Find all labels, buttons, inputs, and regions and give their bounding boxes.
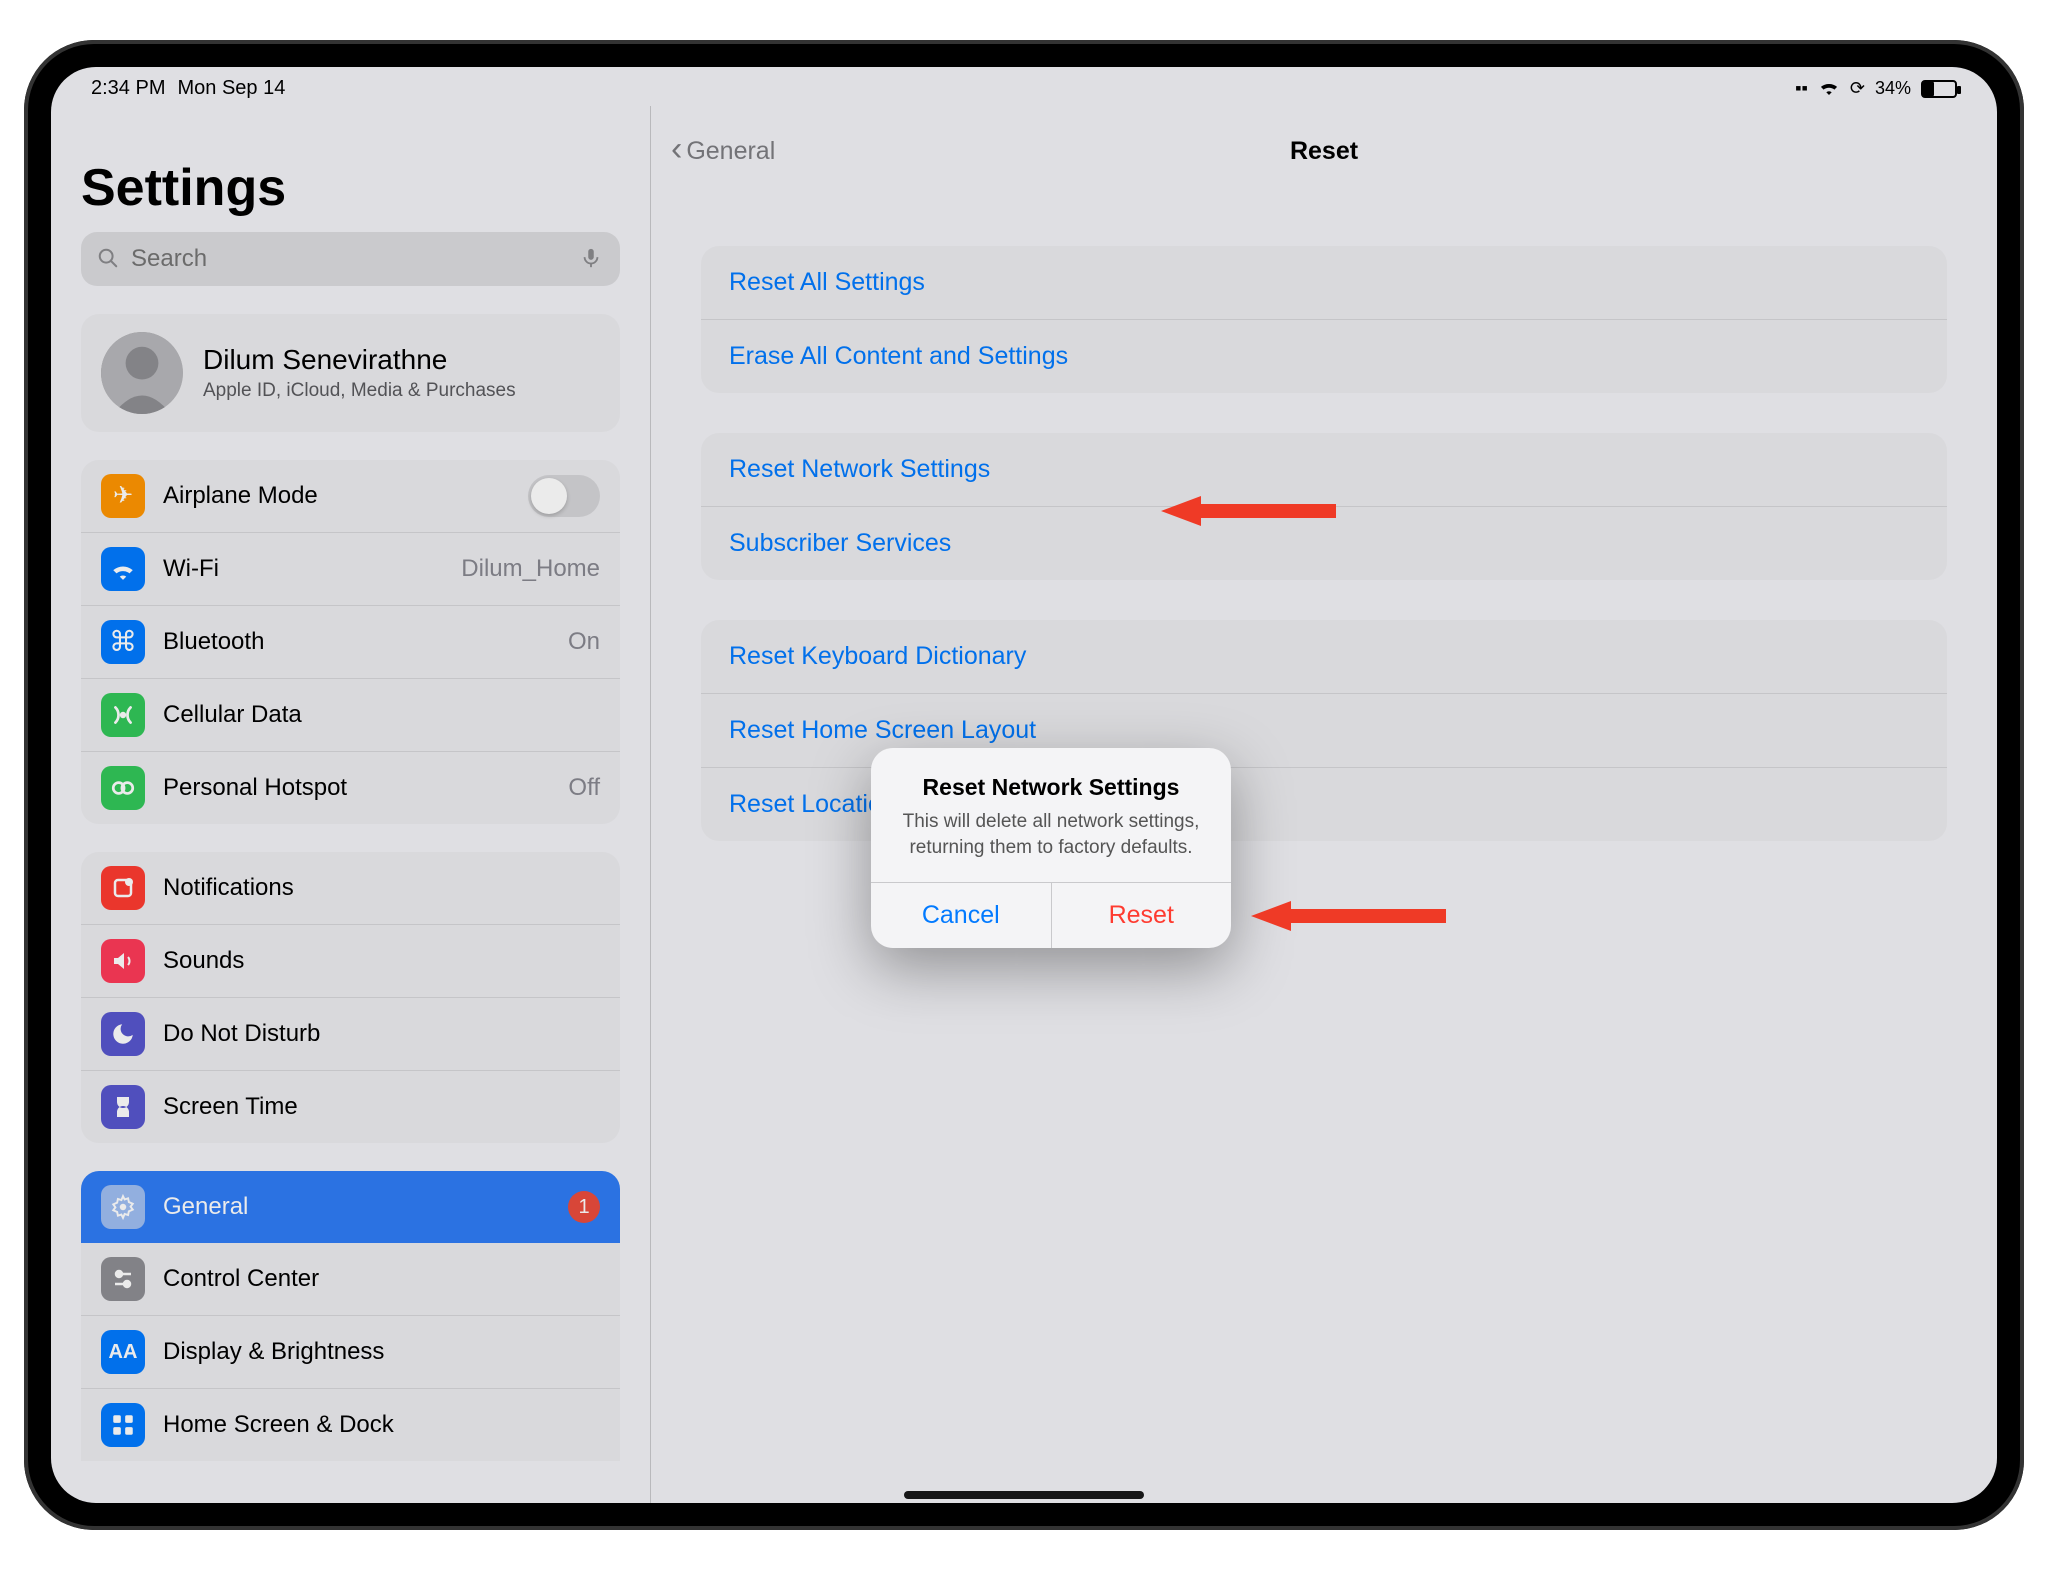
erase-all-content[interactable]: Erase All Content and Settings [701, 319, 1947, 393]
dialog-message: This will delete all network settings, r… [871, 801, 1231, 882]
reset-panel: ‹ General Reset Reset All Settings Erase… [651, 106, 1997, 1503]
sidebar-item-display[interactable]: AA Display & Brightness [81, 1315, 620, 1388]
search-field[interactable] [81, 232, 620, 286]
battery-icon [1921, 80, 1957, 98]
sidebar-item-label: Airplane Mode [163, 482, 510, 510]
panel-header: ‹ General Reset [651, 106, 1997, 196]
cellular-icon [101, 693, 145, 737]
sidebar-item-label: General [163, 1193, 550, 1221]
bluetooth-icon: ⌘ [101, 620, 145, 664]
signal-icon: ▪▪ [1795, 78, 1808, 99]
sidebar-item-label: Cellular Data [163, 701, 600, 729]
rotation-lock-icon: ⟳ [1850, 78, 1865, 99]
sidebar-item-home-screen[interactable]: Home Screen & Dock [81, 1388, 620, 1461]
reset-keyboard-dictionary[interactable]: Reset Keyboard Dictionary [701, 620, 1947, 693]
panel-title: Reset [1290, 137, 1358, 166]
hotspot-icon [101, 766, 145, 810]
notifications-icon [101, 866, 145, 910]
sidebar-item-hotspot[interactable]: Personal Hotspot Off [81, 751, 620, 824]
sidebar-item-label: Personal Hotspot [163, 774, 550, 802]
screen: 2:34 PM Mon Sep 14 ▪▪ ⟳ 34% Settings [51, 67, 1997, 1503]
sidebar-item-dnd[interactable]: Do Not Disturb [81, 997, 620, 1070]
profile-name: Dilum Senevirathne [203, 344, 516, 376]
dialog-cancel-button[interactable]: Cancel [871, 883, 1052, 948]
sounds-icon [101, 939, 145, 983]
back-label: General [686, 137, 775, 166]
panel-content: Reset All Settings Erase All Content and… [651, 196, 1997, 1503]
annotation-arrow-2 [1251, 891, 1451, 941]
display-icon: AA [101, 1330, 145, 1374]
sidebar-item-label: Screen Time [163, 1093, 600, 1121]
sidebar-item-general[interactable]: General 1 [81, 1171, 620, 1243]
sidebar-item-notifications[interactable]: Notifications [81, 852, 620, 924]
dictate-icon[interactable] [580, 247, 604, 271]
sidebar-item-cellular[interactable]: Cellular Data [81, 678, 620, 751]
sidebar-item-label: Home Screen & Dock [163, 1411, 600, 1439]
dnd-icon [101, 1012, 145, 1056]
sidebar-item-screentime[interactable]: Screen Time [81, 1070, 620, 1143]
sidebar-item-wifi[interactable]: Wi-Fi Dilum_Home [81, 532, 620, 605]
airplane-toggle[interactable] [528, 475, 600, 517]
apple-id-card[interactable]: Dilum Senevirathne Apple ID, iCloud, Med… [81, 314, 620, 432]
sidebar-item-airplane-mode[interactable]: ✈ Airplane Mode [81, 460, 620, 532]
battery-percent: 34% [1875, 78, 1911, 99]
sidebar-item-label: Control Center [163, 1265, 600, 1293]
wifi-status-icon [1818, 77, 1840, 100]
avatar [101, 332, 183, 414]
chevron-left-icon: ‹ [671, 132, 682, 166]
reset-group-1: Reset All Settings Erase All Content and… [701, 246, 1947, 393]
control-center-icon [101, 1257, 145, 1301]
search-input[interactable] [131, 245, 570, 273]
back-button[interactable]: ‹ General [671, 106, 775, 196]
dialog-reset-button[interactable]: Reset [1052, 883, 1232, 948]
search-icon [97, 247, 121, 271]
sidebar-title: Settings [81, 124, 620, 232]
dialog-title: Reset Network Settings [871, 748, 1231, 801]
profile-subtitle: Apple ID, iCloud, Media & Purchases [203, 380, 516, 402]
sidebar-item-control-center[interactable]: Control Center [81, 1243, 620, 1315]
sidebar-group-notifications: Notifications Sounds Do No [81, 852, 620, 1143]
screentime-icon [101, 1085, 145, 1129]
confirm-dialog: Reset Network Settings This will delete … [871, 748, 1231, 948]
bluetooth-status: On [568, 628, 600, 656]
hotspot-status: Off [568, 774, 600, 802]
home-indicator[interactable] [904, 1491, 1144, 1499]
sidebar-item-bluetooth[interactable]: ⌘ Bluetooth On [81, 605, 620, 678]
wifi-network-name: Dilum_Home [461, 555, 600, 583]
settings-sidebar: Settings [51, 106, 651, 1503]
status-date: Mon Sep 14 [177, 77, 285, 100]
sidebar-item-label: Sounds [163, 947, 600, 975]
sidebar-group-system: General 1 Control Center AA Display & Br… [81, 1171, 620, 1461]
sidebar-group-connectivity: ✈ Airplane Mode Wi-Fi Dilum_Home [81, 460, 620, 824]
sidebar-item-label: Notifications [163, 874, 600, 902]
reset-all-settings[interactable]: Reset All Settings [701, 246, 1947, 319]
status-time: 2:34 PM [91, 77, 165, 100]
sidebar-item-sounds[interactable]: Sounds [81, 924, 620, 997]
sidebar-item-label: Do Not Disturb [163, 1020, 600, 1048]
status-bar: 2:34 PM Mon Sep 14 ▪▪ ⟳ 34% [51, 67, 1997, 106]
gear-icon [101, 1185, 145, 1229]
sidebar-item-label: Bluetooth [163, 628, 550, 656]
sidebar-item-label: Wi-Fi [163, 555, 443, 583]
sidebar-item-label: Display & Brightness [163, 1338, 600, 1366]
annotation-arrow-1 [1161, 486, 1341, 536]
general-badge: 1 [568, 1191, 600, 1223]
airplane-icon: ✈ [101, 474, 145, 518]
wifi-icon [101, 547, 145, 591]
home-screen-icon [101, 1403, 145, 1447]
ipad-frame: 2:34 PM Mon Sep 14 ▪▪ ⟳ 34% Settings [24, 40, 2024, 1530]
